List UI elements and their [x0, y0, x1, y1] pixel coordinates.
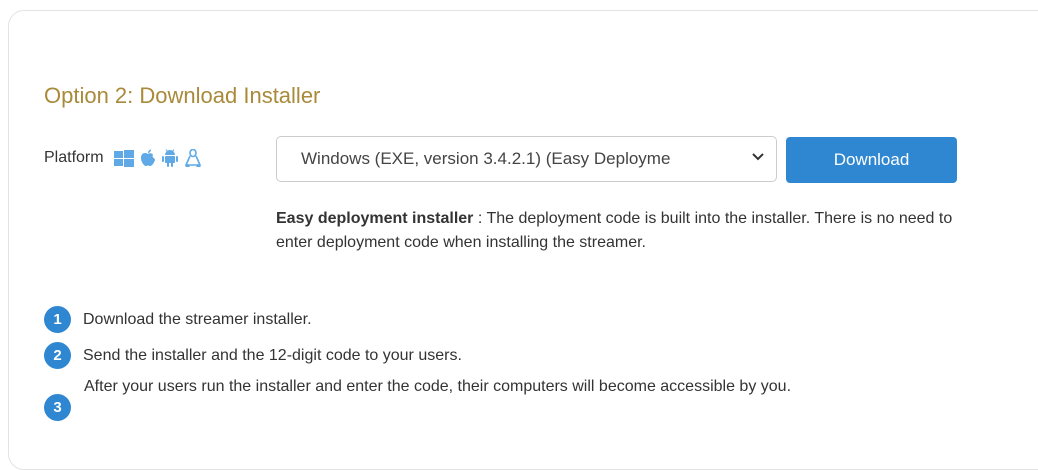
- easy-deployment-description: Easy deployment installer : The deployme…: [276, 207, 976, 255]
- installer-type-value: Windows (EXE, version 3.4.2.1) (Easy Dep…: [301, 149, 671, 168]
- platform-row: Platform: [44, 146, 202, 170]
- linux-icon: [184, 148, 201, 167]
- platform-icons: [113, 148, 202, 168]
- android-icon: [161, 149, 178, 167]
- step-text: Download the streamer installer.: [83, 310, 312, 328]
- step-number-badge: 3: [44, 394, 71, 421]
- step-text: After your users run the installer and e…: [84, 378, 792, 395]
- step-2: 2 Send the installer and the 12-digit co…: [44, 342, 462, 369]
- apple-icon: [140, 149, 155, 166]
- description-bold: Easy deployment installer: [276, 210, 474, 227]
- platform-label: Platform: [44, 149, 104, 166]
- chevron-down-icon: [752, 153, 764, 161]
- step-text: Send the installer and the 12-digit code…: [83, 346, 462, 364]
- section-title: Option 2: Download Installer: [44, 83, 321, 108]
- download-button[interactable]: Download: [786, 137, 957, 183]
- step-1: 1 Download the streamer installer.: [44, 306, 312, 333]
- windows-icon: [113, 149, 134, 167]
- step-number-badge: 1: [44, 306, 71, 333]
- installer-type-select[interactable]: Windows (EXE, version 3.4.2.1) (Easy Dep…: [276, 136, 777, 182]
- step-number-badge: 2: [44, 342, 71, 369]
